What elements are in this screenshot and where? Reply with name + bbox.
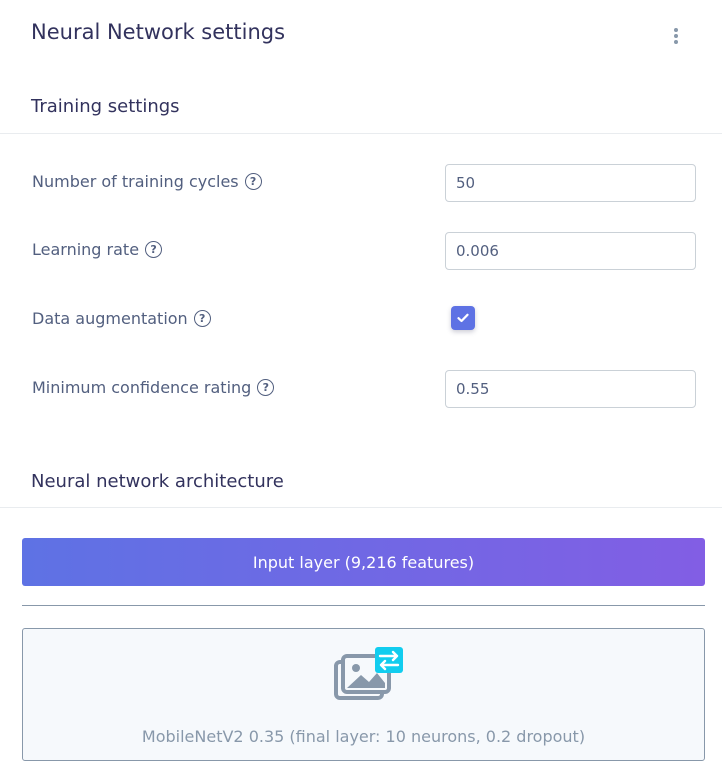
data-augmentation-text: Data augmentation [32, 309, 188, 328]
image-transfer-icon [334, 647, 403, 700]
learning-rate-text: Learning rate [32, 240, 140, 259]
question-circle-icon[interactable]: ? [257, 379, 275, 396]
data-augmentation-checkbox[interactable] [451, 306, 475, 330]
training-cycles-input[interactable] [445, 164, 696, 202]
confidence-rating-input[interactable] [445, 370, 696, 408]
architecture-heading: Neural network architecture [31, 471, 284, 492]
kebab-menu-icon[interactable] [666, 28, 686, 50]
question-circle-icon[interactable]: ? [193, 310, 211, 327]
input-layer-block[interactable]: Input layer (9,216 features) [22, 538, 705, 586]
training-settings-heading: Training settings [31, 96, 180, 117]
page-title: Neural Network settings [31, 20, 286, 44]
training-cycles-text: Number of training cycles [32, 172, 239, 191]
learning-rate-label: Learning rate ? [32, 240, 163, 259]
question-circle-icon[interactable]: ? [244, 173, 262, 190]
input-layer-label: Input layer (9,216 features) [252, 552, 475, 572]
card-header: Neural Network settings [0, 0, 722, 70]
confidence-rating-text: Minimum confidence rating [32, 378, 252, 397]
model-label: MobileNetV2 0.35 (final layer: 10 neuron… [141, 727, 586, 746]
checkmark-icon [457, 313, 469, 323]
layer-separator [22, 605, 705, 606]
data-augmentation-label: Data augmentation ? [32, 309, 211, 328]
section-divider [0, 133, 722, 134]
model-block[interactable]: MobileNetV2 0.35 (final layer: 10 neuron… [22, 628, 705, 761]
training-cycles-label: Number of training cycles ? [32, 172, 262, 191]
section-divider [0, 507, 722, 508]
confidence-rating-label: Minimum confidence rating ? [32, 378, 275, 397]
question-circle-icon[interactable]: ? [145, 241, 163, 258]
learning-rate-input[interactable] [445, 232, 696, 270]
